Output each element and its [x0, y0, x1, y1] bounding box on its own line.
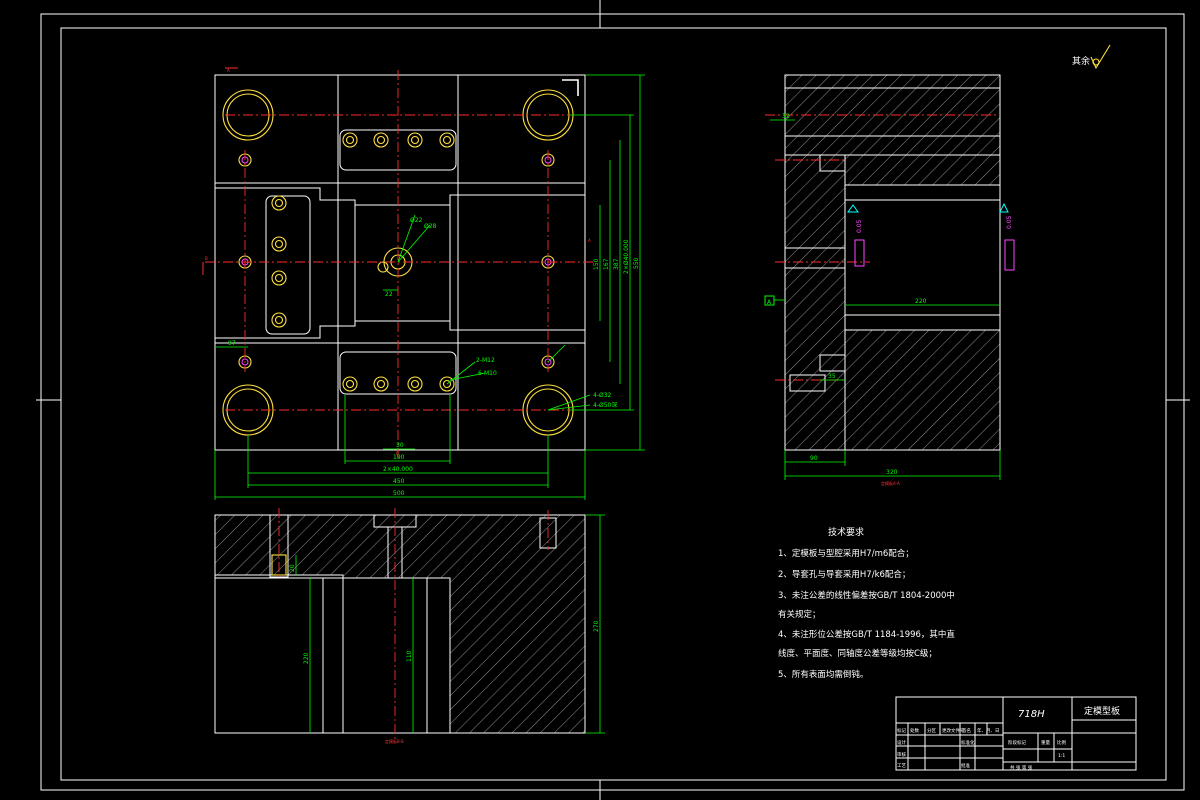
plan-view-dimensions: 500 450 2×40.000 190 30 97 550 2×Ø40.000… — [214, 74, 645, 500]
technical-requirements: 技术要求 1、定模板与型腔采用H7/m6配合； 2、导套孔与导套采用H7/k6配… — [778, 526, 955, 680]
tb-sheet: 共 张 第 张 — [1010, 764, 1033, 771]
title-block: 718H 定模型板 标记 处数 分区 更改文件号 签名 年、月、日 设计 审核 … — [895, 696, 1137, 771]
tb-weight: 重量 — [1041, 739, 1050, 746]
tech-note-line-6: 线度、平面度、同轴度公差等级均按C级； — [778, 648, 937, 659]
tb-header-mark: 标记 — [897, 727, 906, 734]
front-section-view — [214, 508, 586, 740]
section-label-b-top: B — [205, 256, 208, 261]
screw-holes-top — [342, 132, 455, 148]
dim-hole-note-2: 4-Ø50深 — [593, 401, 617, 409]
dim-right-h5: 550 — [633, 257, 640, 269]
dim-side-d3: 320 — [886, 469, 898, 476]
tb-scale-value: 1:1 — [1058, 753, 1065, 759]
section-label-a-right: A — [588, 238, 591, 243]
tb-header-sign: 签名 — [962, 727, 971, 734]
drawing-canvas: 其余 A B A B 500 450 2×40.000 190 30 97 55… — [36, 0, 1190, 800]
dim-top-width-mid: 2×40.000 — [383, 466, 413, 473]
tech-note-line-4: 有关规定； — [778, 609, 821, 620]
tech-note-line-2: 2、导套孔与导套采用H7/k6配合； — [778, 569, 910, 580]
sheet-border — [36, 0, 1190, 800]
m12-holes — [238, 153, 555, 369]
dim-center-d2: Ø28 — [424, 223, 437, 230]
dim-top-width-outer: 500 — [393, 490, 405, 497]
tb-scale-label: 比例 — [1057, 739, 1066, 746]
tb-standardize: 标准化 — [961, 739, 975, 746]
dim-right-h4: 2×Ø40.000 — [623, 239, 630, 274]
tech-note-line-5: 4、未注形位公差按GB/T 1184-1996，其中直 — [778, 629, 955, 640]
dim-front-h1: 220 — [303, 652, 310, 664]
dim-center-w: 22 — [385, 291, 393, 298]
dim-top-width-mid2: 450 — [393, 478, 405, 485]
dim-front-h2: 110 — [406, 650, 413, 662]
dim-right-h2: 167 — [603, 258, 610, 270]
section-label-a-left: A — [227, 68, 230, 73]
dim-front-h-outer: 270 — [593, 620, 600, 632]
dim-top-bottom-small: 30 — [396, 442, 404, 449]
dim-front-small: 20 — [289, 564, 296, 572]
surface-mark-label: 其余 — [1072, 55, 1090, 67]
tech-notes-title: 技术要求 — [828, 526, 864, 538]
tb-row-design: 设计 — [897, 739, 906, 746]
tolerance-tag-right: 0.05 — [1006, 215, 1013, 229]
title-material: 718H — [1018, 709, 1045, 720]
tb-header-date: 年、月、日 — [977, 727, 1000, 734]
dim-right-h3: 387 — [613, 258, 620, 270]
tolerance-tag-left: 0.05 — [856, 219, 863, 233]
tb-stage-mark: 阶段标记 — [1008, 739, 1026, 746]
dim-side-hole: 35 — [828, 373, 836, 380]
tb-header-zone: 分区 — [927, 727, 936, 734]
title-part-name: 定模型板 — [1084, 705, 1120, 717]
caption-side-view: 定模板A-A — [881, 480, 900, 486]
tech-note-line-7: 5、所有表面均需倒钝。 — [778, 669, 868, 680]
dim-hole-note-4: 6-M10 — [478, 370, 497, 377]
tech-note-line-1: 1、定模板与型腔采用H7/m6配合； — [778, 548, 914, 559]
tb-row-review: 审核 — [897, 751, 906, 758]
dim-side-d2: 220 — [915, 298, 927, 305]
dim-hole-note-1: 4-Ø32 — [593, 392, 612, 399]
guide-hole-tr — [522, 89, 574, 141]
side-section-view: A 0.05 0.05 — [764, 74, 1015, 451]
tb-header-count: 处数 — [910, 727, 919, 734]
tb-approve: 批准 — [961, 762, 970, 769]
dim-top-width-inner: 190 — [393, 454, 405, 461]
dim-right-h1: 150 — [593, 258, 600, 270]
dim-center-d1: Ø22 — [410, 217, 423, 224]
caption-front-view: 定模板B-B — [385, 738, 404, 744]
dim-side-small: 32 — [782, 113, 790, 120]
plan-view: A B A B — [202, 67, 595, 460]
screw-holes-bottom — [342, 376, 455, 392]
dim-hole-note-3: 2-M12 — [476, 357, 495, 364]
tb-row-process: 工艺 — [897, 763, 906, 769]
surface-roughness-mark: 其余 — [1072, 44, 1111, 70]
screw-holes-left — [271, 195, 287, 328]
dim-side-d1: 90 — [810, 455, 818, 462]
tech-note-line-3: 3、未注公差的线性偏差按GB/T 1804-2000中 — [778, 590, 955, 601]
dim-top-left-offset: 97 — [228, 340, 236, 347]
